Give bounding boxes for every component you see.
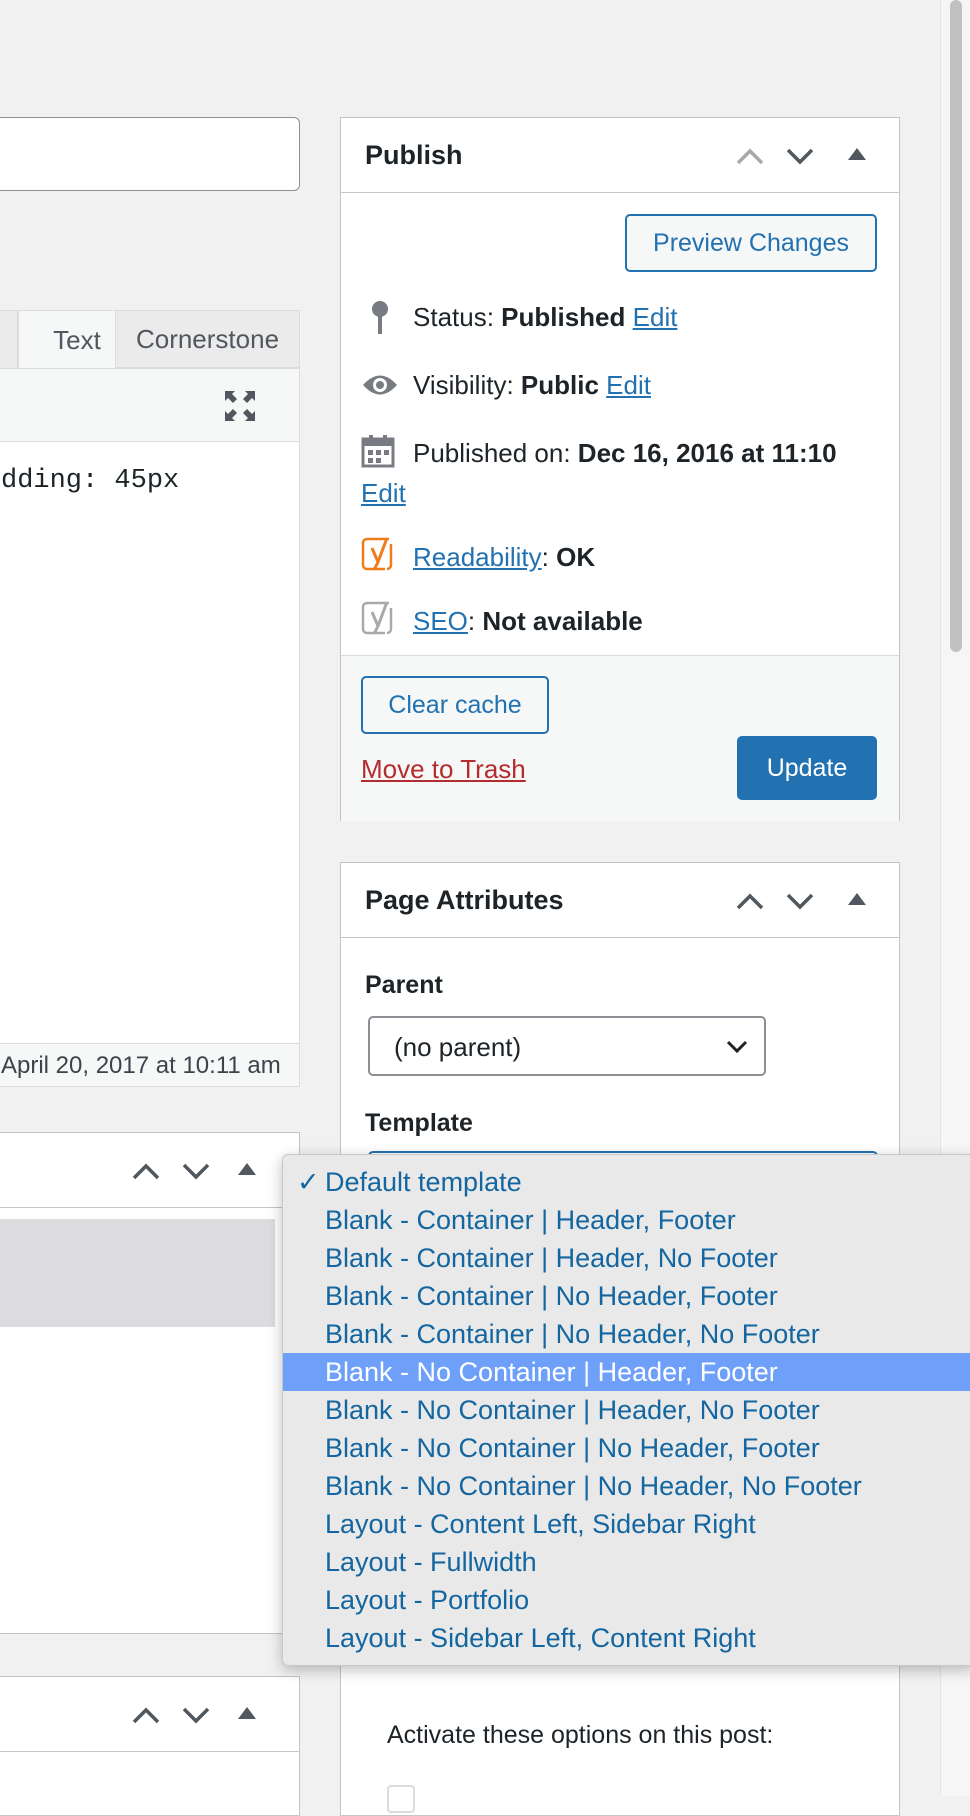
move-down-icon[interactable]: [181, 1161, 211, 1186]
parent-select[interactable]: (no parent): [368, 1016, 766, 1076]
edit-visibility-link[interactable]: Edit: [606, 370, 651, 400]
template-option-label: Layout - Sidebar Left, Content Right: [325, 1623, 756, 1653]
yoast-seo-icon: [361, 600, 397, 641]
toggle-panel-icon[interactable]: [846, 891, 868, 912]
template-option[interactable]: Blank - Container | No Header, No Footer: [283, 1315, 970, 1353]
update-button[interactable]: Update: [737, 736, 877, 800]
template-option-label: Blank - No Container | Header, Footer: [325, 1357, 778, 1387]
readability-row: Readability: OK: [413, 542, 596, 572]
parent-label: Parent: [365, 971, 443, 999]
move-up-icon[interactable]: [735, 146, 765, 171]
move-down-icon[interactable]: [785, 146, 815, 171]
template-option[interactable]: ✓ Default template: [283, 1163, 970, 1201]
fullscreen-icon[interactable]: [223, 389, 257, 423]
readability-link[interactable]: Readability: [413, 542, 542, 572]
chevron-down-icon: [726, 1040, 748, 1059]
page-attributes-title: Page Attributes: [365, 885, 564, 915]
template-option-label: Blank - No Container | Header, No Footer: [325, 1395, 820, 1425]
toggle-panel-icon[interactable]: [846, 146, 868, 167]
edit-date-link[interactable]: Edit: [361, 478, 406, 509]
seo-link[interactable]: SEO: [413, 606, 468, 636]
visibility-row: Visibility: Public Edit: [413, 370, 651, 401]
template-option[interactable]: Blank - No Container | Header, No Footer: [283, 1391, 970, 1429]
left-metabox-2: [0, 1676, 300, 1816]
template-option-label: Blank - No Container | No Header, No Foo…: [325, 1471, 862, 1501]
clear-cache-button[interactable]: Clear cache: [361, 676, 549, 734]
option-checkbox[interactable]: [387, 1785, 415, 1813]
template-dropdown-list[interactable]: ✓ Default template Blank - Container | Hea…: [282, 1154, 970, 1666]
status-label: Status:: [413, 302, 502, 332]
template-option-label: Blank - Container | No Header, Footer: [325, 1281, 778, 1311]
move-down-icon[interactable]: [181, 1705, 211, 1730]
template-option[interactable]: Layout - Sidebar Left, Content Right: [283, 1619, 970, 1657]
activate-options-text: Activate these options on this post:: [387, 1721, 774, 1749]
template-option-label: Default template: [325, 1167, 522, 1197]
template-option[interactable]: Blank - No Container | Header, Footer: [283, 1353, 970, 1391]
update-label: Update: [766, 753, 848, 782]
publish-header: Publish: [341, 118, 899, 193]
template-option-label: Blank - Container | Header, Footer: [325, 1205, 736, 1235]
move-down-icon[interactable]: [785, 891, 815, 916]
yoast-readability-icon: [361, 536, 397, 577]
template-option[interactable]: Layout - Portfolio: [283, 1581, 970, 1619]
template-option-label: Layout - Fullwidth: [325, 1547, 537, 1577]
publish-title: Publish: [365, 140, 463, 170]
code-editor[interactable]: dding: 45px: [0, 441, 300, 1045]
published-value: Dec 16, 2016 at 11:10: [577, 438, 837, 468]
template-option-label: Blank - Container | No Header, No Footer: [325, 1319, 820, 1349]
visibility-label: Visibility:: [413, 370, 521, 400]
code-text: dding: 45px: [1, 466, 180, 496]
template-option-label: Blank - Container | Header, No Footer: [325, 1243, 778, 1273]
published-label: Published on:: [413, 438, 578, 468]
last-edited-text: April 20, 2017 at 10:11 am: [1, 1052, 281, 1079]
toggle-panel-icon[interactable]: [236, 1161, 258, 1182]
move-up-icon[interactable]: [735, 891, 765, 916]
editor-toolbar: [0, 368, 300, 442]
scrollbar-thumb[interactable]: [950, 0, 962, 652]
checkmark-icon: ✓: [297, 1167, 320, 1197]
tab-cornerstone-label: Cornerstone: [135, 323, 280, 354]
move-up-icon[interactable]: [131, 1161, 161, 1186]
template-label: Template: [365, 1109, 473, 1137]
template-option-label: Blank - No Container | No Header, Footer: [325, 1433, 820, 1463]
pin-icon: [369, 300, 391, 341]
preview-changes-label: Preview Changes: [653, 228, 849, 257]
seo-row: SEO: Not available: [413, 606, 643, 636]
tab-left-edge: [0, 310, 18, 370]
template-option[interactable]: Blank - No Container | No Header, Footer: [283, 1429, 970, 1467]
template-option[interactable]: Blank - No Container | No Header, No Foo…: [283, 1467, 970, 1505]
page-attributes-header: Page Attributes: [341, 863, 899, 938]
tab-cornerstone[interactable]: Cornerstone: [115, 310, 300, 368]
title-input[interactable]: [0, 117, 300, 191]
eye-icon: [361, 372, 399, 403]
publish-actions: Clear cache Move to Trash Update: [341, 655, 899, 821]
left-metabox: [0, 1132, 300, 1634]
seo-value: Not available: [482, 606, 643, 636]
readability-value: OK: [556, 542, 596, 572]
template-option[interactable]: Blank - Container | Header, No Footer: [283, 1239, 970, 1277]
status-row: Status: Published Edit: [413, 302, 677, 333]
visibility-value: Public: [520, 370, 599, 400]
status-value: Published: [501, 302, 626, 332]
template-options: ✓ Default template Blank - Container | Hea…: [283, 1163, 970, 1657]
move-up-icon[interactable]: [131, 1705, 161, 1730]
calendar-icon: [361, 434, 395, 473]
template-option[interactable]: Layout - Content Left, Sidebar Right: [283, 1505, 970, 1543]
editor-status-bar: April 20, 2017 at 10:11 am: [0, 1043, 300, 1087]
tab-text-label: Text: [53, 325, 101, 355]
published-on-row: Published on: Dec 16, 2016 at 11:10: [413, 438, 837, 469]
left-metabox-shaded-row: [0, 1219, 275, 1327]
move-to-trash-link[interactable]: Move to Trash: [361, 754, 526, 785]
publish-box: Publish Preview Changes Status: Publishe…: [340, 117, 900, 821]
clear-cache-label: Clear cache: [388, 690, 522, 719]
parent-select-value: (no parent): [394, 1032, 522, 1062]
template-option[interactable]: Blank - Container | No Header, Footer: [283, 1277, 970, 1315]
preview-changes-button[interactable]: Preview Changes: [625, 214, 877, 272]
edit-status-link[interactable]: Edit: [633, 302, 678, 332]
template-option[interactable]: Layout - Fullwidth: [283, 1543, 970, 1581]
template-option-label: Layout - Portfolio: [325, 1585, 530, 1615]
template-option-label: Layout - Content Left, Sidebar Right: [325, 1509, 756, 1539]
toggle-panel-icon[interactable]: [236, 1705, 258, 1726]
template-option[interactable]: Blank - Container | Header, Footer: [283, 1201, 970, 1239]
